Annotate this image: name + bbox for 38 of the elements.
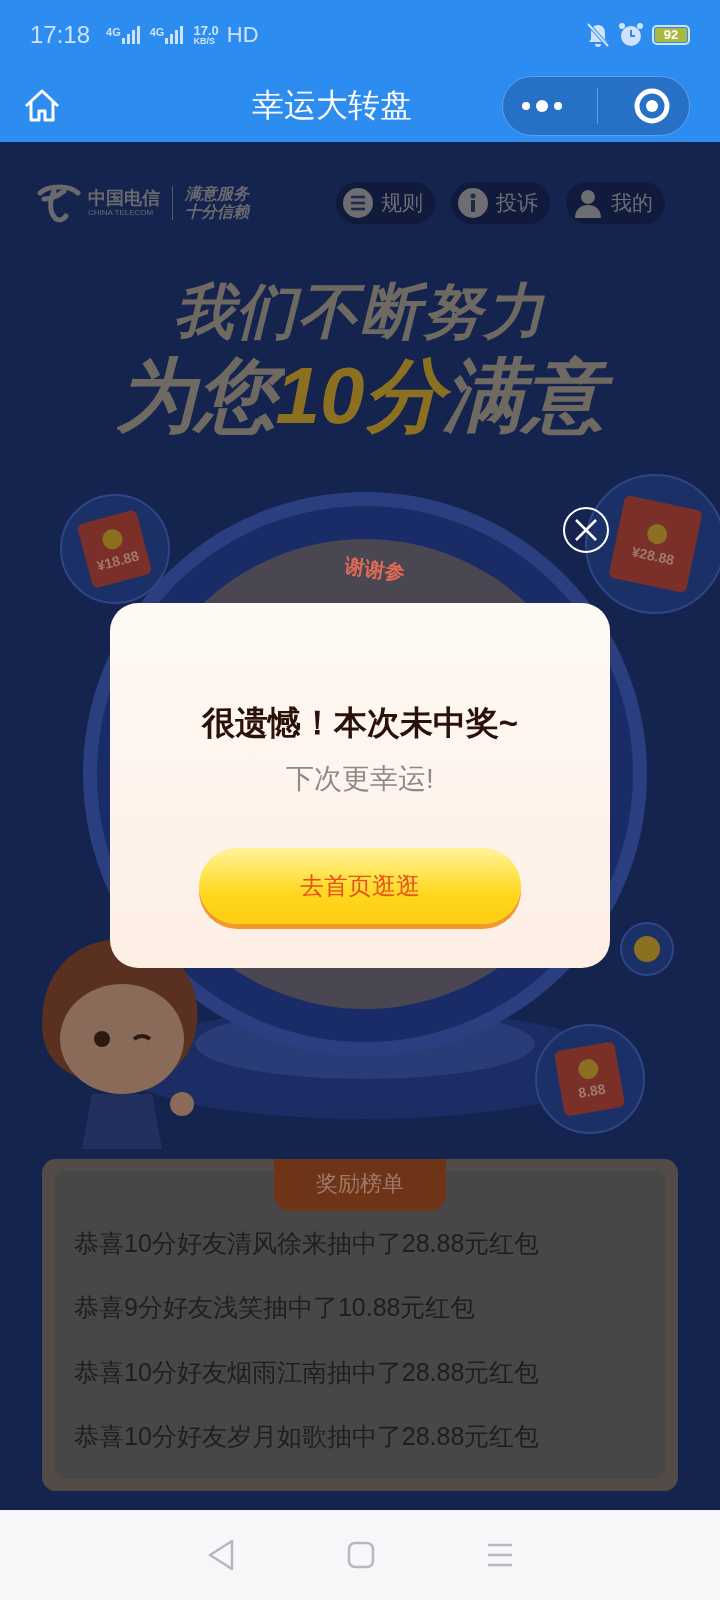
- info-icon: [458, 188, 488, 218]
- telecom-logo-icon: [36, 183, 82, 223]
- signal-icon: [165, 26, 186, 44]
- dialog-title: 很遗憾！本次未中奖~: [201, 703, 519, 743]
- menu-icon[interactable]: [486, 1542, 515, 1568]
- brand-name-english: CHINA TELECOM: [88, 208, 155, 218]
- dialog-subtitle: 下次更幸运!: [286, 762, 434, 796]
- network-label: 4G: [106, 26, 121, 38]
- coin-icon: [576, 1057, 600, 1081]
- close-icon[interactable]: [563, 507, 609, 553]
- status-time: 17:18: [30, 21, 91, 49]
- amount-label: 8.88: [577, 1080, 607, 1102]
- wheel-prize-label: 谢谢参: [343, 552, 407, 587]
- brand-name: 中国电信: [88, 188, 160, 209]
- header-button[interactable]: 我的: [566, 182, 665, 224]
- header-button[interactable]: 投诉: [451, 182, 550, 224]
- home-square-icon[interactable]: [347, 1541, 375, 1569]
- list-icon: [343, 188, 373, 218]
- amount-label: ¥18.88: [95, 547, 141, 574]
- signal-icon: [121, 26, 142, 44]
- headline-text: 我们不断努力: [173, 277, 547, 347]
- coin-bubble-icon: [620, 922, 674, 976]
- battery-icon: 92: [652, 25, 690, 45]
- speed-unit: KB/S: [193, 37, 216, 46]
- speed-value: 17.0: [193, 24, 219, 37]
- header-button[interactable]: 规则: [336, 182, 435, 224]
- page-title: 幸运大转盘: [251, 86, 413, 125]
- bell-muted-icon: [586, 22, 610, 48]
- more-icon[interactable]: [519, 98, 564, 114]
- alarm-icon: [618, 22, 644, 48]
- slogan-text: 十分信赖: [185, 203, 249, 221]
- user-icon: [573, 188, 603, 218]
- slogan-text: 满意服务: [185, 185, 249, 203]
- hd-label: HD: [226, 22, 259, 48]
- leaderboard-title: 奖励榜单: [274, 1159, 446, 1211]
- headline-text: 为您10分满意: [0, 348, 720, 444]
- network-label: 4G: [149, 26, 165, 38]
- amount-label: ¥28.88: [629, 543, 676, 568]
